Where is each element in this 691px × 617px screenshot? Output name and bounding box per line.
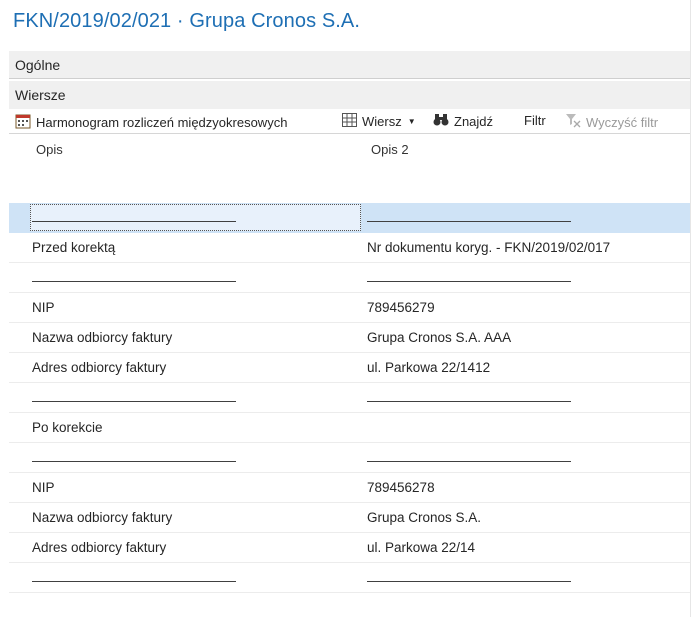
table-row[interactable] <box>9 383 691 413</box>
column-header-opis[interactable]: Opis <box>36 142 63 157</box>
table-row[interactable]: NIP 789456278 <box>9 473 691 503</box>
separator-line <box>367 401 571 402</box>
filter-button[interactable]: Filtr <box>524 113 546 128</box>
separator-line <box>32 221 236 222</box>
table-row[interactable]: Po korekcie <box>9 413 691 443</box>
cell-opis2[interactable]: Grupa Cronos S.A. <box>367 503 481 533</box>
schedule-button[interactable]: Harmonogram rozliczeń międzyokresowych <box>15 113 287 132</box>
cell-opis2[interactable]: Grupa Cronos S.A. AAA <box>367 323 511 353</box>
separator-line <box>367 461 571 462</box>
focused-cell[interactable] <box>30 204 361 231</box>
grid-icon <box>342 113 357 130</box>
cell-opis[interactable]: Po korekcie <box>32 413 103 443</box>
cell-opis[interactable]: Adres odbiorcy faktury <box>32 353 166 383</box>
cell-opis[interactable]: Przed korektą <box>32 233 115 263</box>
table-row[interactable] <box>9 443 691 473</box>
table-row[interactable]: Nazwa odbiorcy faktury Grupa Cronos S.A. <box>9 503 691 533</box>
clear-filter-label: Wyczyść filtr <box>586 114 659 130</box>
table-row[interactable]: Adres odbiorcy faktury ul. Parkowa 22/14 <box>9 533 691 563</box>
separator-line <box>367 581 571 582</box>
cell-opis[interactable]: Nazwa odbiorcy faktury <box>32 323 172 353</box>
lines-toolbar: Harmonogram rozliczeń międzyokresowych W… <box>9 110 691 134</box>
cell-opis2[interactable]: ul. Parkowa 22/1412 <box>367 353 490 383</box>
cell-opis2[interactable]: Nr dokumentu koryg. - FKN/2019/02/017 <box>367 233 610 263</box>
binoculars-icon <box>433 113 449 130</box>
column-header-opis2[interactable]: Opis 2 <box>371 142 409 157</box>
line-menu-button[interactable]: Wiersz ▼ <box>342 113 416 130</box>
find-label: Znajdź <box>454 114 494 129</box>
table-row[interactable]: Adres odbiorcy faktury ul. Parkowa 22/14… <box>9 353 691 383</box>
clear-filter-button[interactable]: Wyczyść filtr <box>565 113 658 131</box>
table-row[interactable] <box>9 263 691 293</box>
calendar-schedule-icon <box>15 113 31 132</box>
clear-filter-icon <box>565 113 581 131</box>
find-button[interactable]: Znajdź <box>433 113 493 130</box>
cell-opis2[interactable]: ul. Parkowa 22/14 <box>367 533 475 563</box>
cell-opis2[interactable]: 789456278 <box>367 473 435 503</box>
separator-line <box>367 281 571 282</box>
page-title: FKN/2019/02/021 · Grupa Cronos S.A. <box>13 10 361 32</box>
table-row[interactable] <box>9 203 691 233</box>
separator-line <box>32 281 236 282</box>
cell-opis[interactable]: NIP <box>32 293 55 323</box>
filter-label: Filtr <box>524 113 546 128</box>
separator-line <box>32 581 236 582</box>
separator-line <box>32 401 236 402</box>
table-row[interactable] <box>9 563 691 593</box>
table-row[interactable]: Nazwa odbiorcy faktury Grupa Cronos S.A.… <box>9 323 691 353</box>
fasttab-general[interactable]: Ogólne <box>9 51 691 79</box>
cell-opis[interactable]: Nazwa odbiorcy faktury <box>32 503 172 533</box>
chevron-down-icon: ▼ <box>407 117 416 126</box>
cell-opis2[interactable]: 789456279 <box>367 293 435 323</box>
table-row[interactable]: NIP 789456279 <box>9 293 691 323</box>
cell-opis[interactable]: NIP <box>32 473 55 503</box>
line-menu-label: Wiersz <box>362 114 402 129</box>
separator-line <box>32 461 236 462</box>
cell-opis[interactable]: Adres odbiorcy faktury <box>32 533 166 563</box>
fasttab-lines[interactable]: Wiersze <box>9 81 691 109</box>
separator-line <box>367 221 571 222</box>
schedule-label: Harmonogram rozliczeń międzyokresowych <box>36 115 288 130</box>
table-row[interactable]: Przed korektą Nr dokumentu koryg. - FKN/… <box>9 233 691 263</box>
